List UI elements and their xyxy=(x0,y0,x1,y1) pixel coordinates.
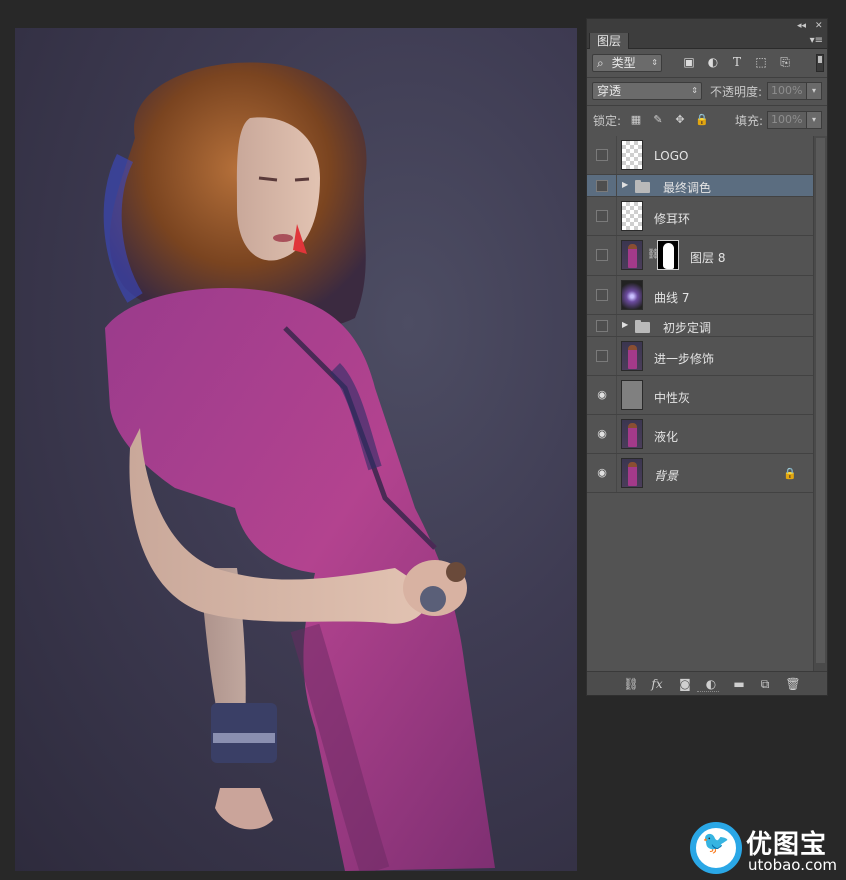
opacity-value: 100% xyxy=(771,84,803,97)
fx-icon[interactable]: fx xyxy=(649,676,665,692)
smart-object-filter-icon[interactable]: ⎘ xyxy=(778,55,792,69)
layer-row-layer-8[interactable]: ⛓ 图层 8 xyxy=(587,236,813,276)
layer-thumbnail xyxy=(621,240,643,270)
scrollbar-thumb[interactable] xyxy=(816,138,825,663)
collapse-panel-icon[interactable]: ◂◂ xyxy=(797,19,806,33)
lock-label: 锁定: xyxy=(593,114,622,128)
visibility-toggle[interactable] xyxy=(596,149,608,161)
layers-list: LOGO ▶ 最终调色 修耳环 ⛓ 图层 8 曲线 7 ▶ 初步定调 进一步修饰… xyxy=(587,136,813,671)
panel-resize-grip[interactable] xyxy=(697,691,719,694)
layers-scrollbar[interactable] xyxy=(813,136,827,671)
portrait-photo xyxy=(103,62,495,871)
layer-thumbnail xyxy=(621,280,643,310)
chevron-down-icon[interactable]: ▾ xyxy=(806,83,821,99)
eye-icon[interactable]: ◉ xyxy=(596,428,608,440)
layer-name: 最终调色 xyxy=(663,181,712,195)
panel-menu-icon[interactable]: ▾≡ xyxy=(810,35,823,46)
eye-icon[interactable]: ◉ xyxy=(596,389,608,401)
link-layers-icon[interactable]: ⛓ xyxy=(623,676,639,692)
new-layer-icon[interactable]: ⧉ xyxy=(757,676,773,692)
adjustment-filter-icon[interactable]: ◐ xyxy=(706,55,720,69)
shape-filter-icon[interactable]: ⬚ xyxy=(754,55,768,69)
divider xyxy=(587,105,827,106)
panel-title-bar[interactable]: ◂◂ ✕ xyxy=(587,19,827,33)
visibility-toggle[interactable] xyxy=(596,289,608,301)
layer-thumbnail xyxy=(621,140,643,170)
layer-row-further-retouch[interactable]: 进一步修饰 xyxy=(587,337,813,376)
layer-thumbnail xyxy=(621,341,643,371)
layer-filter-kind-select[interactable]: ⌕ 类型 ⇕ xyxy=(592,54,662,72)
trash-icon[interactable]: 🗑 xyxy=(785,676,801,692)
expand-group-icon[interactable]: ▶ xyxy=(622,320,628,329)
folder-icon xyxy=(635,180,650,193)
lock-position-icon[interactable]: ✥ xyxy=(673,113,687,127)
blend-mode-select[interactable]: 穿透 ⇕ xyxy=(592,82,702,100)
layer-thumbnail xyxy=(621,380,643,410)
layer-name: 中性灰 xyxy=(654,391,691,405)
chevron-updown-icon: ⇕ xyxy=(651,58,658,67)
layer-thumbnail xyxy=(621,201,643,231)
visibility-toggle[interactable] xyxy=(596,249,608,261)
lock-all-icon[interactable]: 🔒 xyxy=(695,113,709,127)
chevron-down-icon[interactable]: ▾ xyxy=(806,112,821,128)
document-canvas[interactable] xyxy=(15,28,577,871)
layer-row-neutral-grey[interactable]: ◉ 中性灰 xyxy=(587,376,813,415)
watermark-logo: 🐦 优图宝 utobao.com xyxy=(690,820,840,876)
layer-row-logo[interactable]: LOGO xyxy=(587,136,813,175)
panel-tab-row: 图层 ▾≡ xyxy=(587,33,827,49)
visibility-toggle[interactable] xyxy=(596,180,608,192)
new-group-icon[interactable]: ▬ xyxy=(731,676,747,692)
image-filter-icon[interactable]: ▣ xyxy=(682,55,696,69)
close-panel-icon[interactable]: ✕ xyxy=(815,19,823,33)
opacity-label: 不透明度: xyxy=(710,85,763,99)
eye-icon[interactable]: ◉ xyxy=(596,467,608,479)
type-filter-icon[interactable]: T xyxy=(730,55,744,69)
layer-name: 进一步修饰 xyxy=(654,352,715,366)
visibility-toggle[interactable] xyxy=(596,320,608,332)
watermark-url: utobao.com xyxy=(748,856,837,874)
fill-value: 100% xyxy=(771,113,803,126)
layer-name: LOGO xyxy=(654,149,689,163)
fill-label: 填充: xyxy=(735,114,764,128)
layer-thumbnail xyxy=(621,458,643,488)
layer-name: 修耳环 xyxy=(654,212,691,226)
layer-name: 曲线 7 xyxy=(654,291,690,305)
visibility-toggle[interactable] xyxy=(596,210,608,222)
layer-row-curves-7[interactable]: 曲线 7 xyxy=(587,276,813,315)
layer-thumbnail xyxy=(621,419,643,449)
new-adjustment-icon[interactable]: ◐ xyxy=(703,676,719,692)
lock-transparent-pixels-icon[interactable]: ▦ xyxy=(629,113,643,127)
expand-group-icon[interactable]: ▶ xyxy=(622,180,628,189)
layer-name: 图层 8 xyxy=(690,251,726,265)
layer-row-background[interactable]: ◉ 背景 🔒 xyxy=(587,454,813,493)
layer-mask-icon[interactable]: ◙ xyxy=(677,676,693,692)
layer-row-group-initial-tone[interactable]: ▶ 初步定调 xyxy=(587,315,813,337)
lock-image-pixels-icon[interactable]: ✎ xyxy=(651,113,665,127)
folder-icon xyxy=(635,320,650,333)
layer-row-liquify[interactable]: ◉ 液化 xyxy=(587,415,813,454)
layer-name: 背景 xyxy=(654,469,679,483)
layer-row-group-final-grading[interactable]: ▶ 最终调色 xyxy=(587,175,813,197)
filter-toggle-switch[interactable] xyxy=(816,54,824,72)
divider xyxy=(587,77,827,78)
layer-mask-thumbnail[interactable] xyxy=(657,240,679,270)
layers-panel: ◂◂ ✕ 图层 ▾≡ ⌕ 类型 ⇕ ▣ ◐ T ⬚ ⎘ 穿透 ⇕ 不透明度: 1… xyxy=(586,18,828,696)
chevron-updown-icon: ⇕ xyxy=(691,86,698,95)
lock-icon: 🔒 xyxy=(783,467,797,480)
layer-name: 液化 xyxy=(654,430,679,444)
bird-icon: 🐦 xyxy=(702,831,730,856)
filter-kind-label: 类型 xyxy=(611,56,636,70)
search-icon: ⌕ xyxy=(597,56,604,70)
opacity-input[interactable]: 100% ▾ xyxy=(767,82,822,100)
layer-row-fix-earring[interactable]: 修耳环 xyxy=(587,197,813,236)
blend-mode-value: 穿透 xyxy=(597,84,622,98)
visibility-toggle[interactable] xyxy=(596,350,608,362)
fill-input[interactable]: 100% ▾ xyxy=(767,111,822,129)
tab-layers[interactable]: 图层 xyxy=(589,33,630,49)
layer-name: 初步定调 xyxy=(663,321,712,335)
